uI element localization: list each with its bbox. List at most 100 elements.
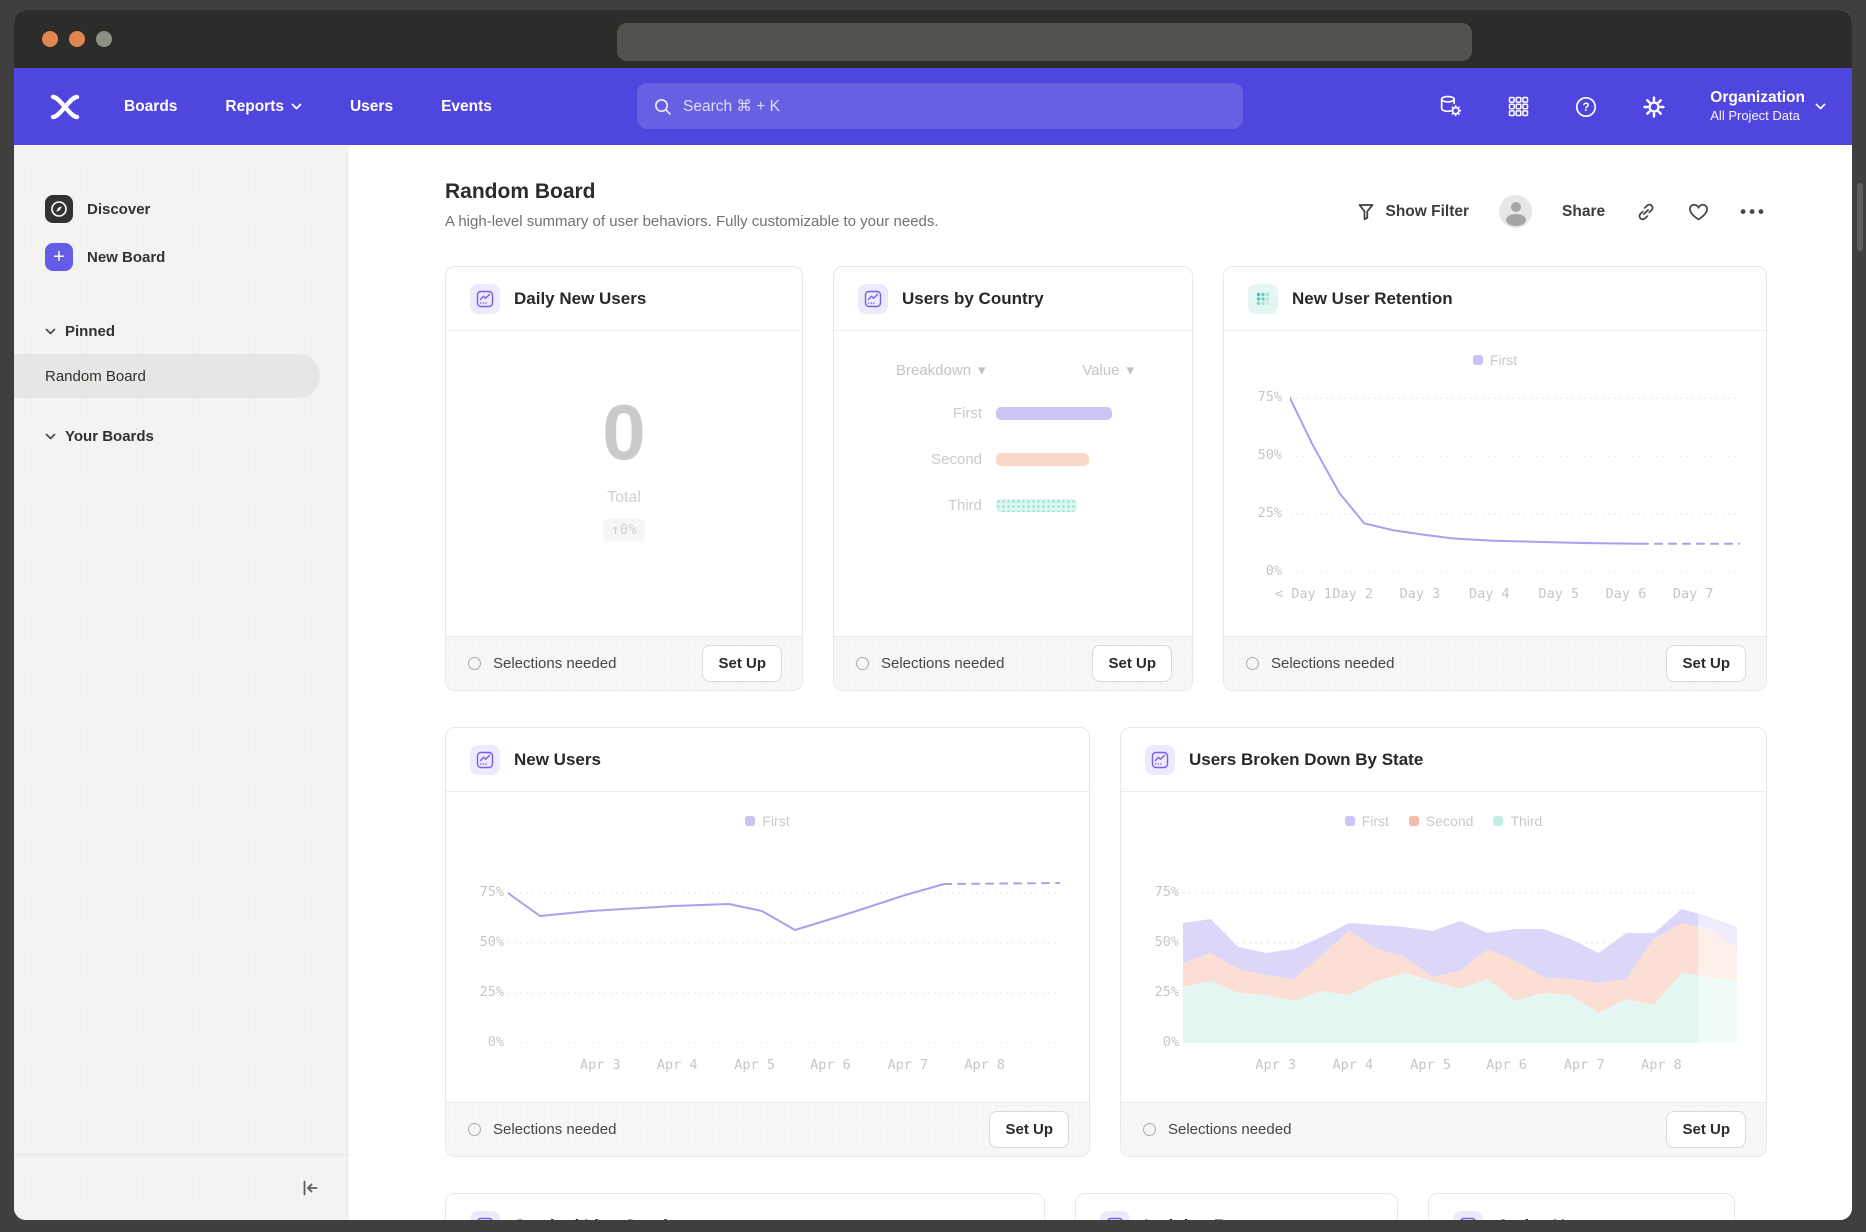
- settings-gear-icon[interactable]: [1642, 95, 1666, 119]
- favorite-heart-icon[interactable]: [1687, 200, 1710, 223]
- card-daily-new-users[interactable]: Daily New Users 0 Total ↑0% Selections n…: [445, 266, 803, 691]
- set-up-button[interactable]: Set Up: [989, 1111, 1069, 1148]
- sidebar-item-new-board[interactable]: + New Board: [14, 233, 349, 281]
- status-text: Selections needed: [1168, 1121, 1654, 1138]
- top-navbar: Boards Reports Users Events Search ⌘ + K: [14, 68, 1852, 145]
- legend-item: Second: [1409, 813, 1473, 829]
- sidebar-section-your-boards[interactable]: Your Boards: [14, 424, 349, 448]
- cards-row-1: Daily New Users 0 Total ↑0% Selections n…: [445, 266, 1767, 691]
- set-up-button[interactable]: Set Up: [1092, 645, 1172, 682]
- sidebar-item-random-board[interactable]: Random Board: [14, 354, 320, 398]
- page-scrollbar-thumb[interactable]: [1857, 183, 1863, 251]
- set-up-button[interactable]: Set Up: [1666, 645, 1746, 682]
- browser-titlebar: [14, 10, 1852, 68]
- collapse-sidebar-icon[interactable]: [299, 1177, 321, 1199]
- share-label: Share: [1562, 203, 1605, 221]
- set-up-button[interactable]: Set Up: [702, 645, 782, 682]
- board-main: Random Board A high-level summary of use…: [349, 145, 1852, 1220]
- y-axis-labels: 75%50%25%0%: [1234, 382, 1282, 572]
- board-actions: Show Filter Share •••: [1356, 195, 1768, 228]
- card-body: First 75%50%25%0% Apr 3Apr 4Apr 5Apr 6Ap…: [446, 792, 1089, 1102]
- chevron-down-icon: [45, 328, 56, 335]
- retention-chart: 75%50%25%0% < Day 1Day 2Day 3Day 4Day 5D…: [1290, 382, 1738, 604]
- apps-grid-icon[interactable]: [1507, 95, 1530, 118]
- card-insights-report[interactable]: Insights Report: [1075, 1193, 1398, 1220]
- card-users-by-state[interactable]: Users Broken Down By State FirstSecondTh…: [1120, 727, 1767, 1157]
- card-users-by-country[interactable]: Users by Country Breakdown▾ Value▾ First…: [833, 266, 1193, 691]
- nav-item-users[interactable]: Users: [350, 98, 393, 116]
- new-users-line-chart: [508, 843, 1060, 1043]
- nav-item-boards[interactable]: Boards: [124, 98, 177, 116]
- card-stacked-line-graph[interactable]: Stacked Line Graph: [445, 1193, 1045, 1220]
- card-header: Active Users: [1429, 1194, 1734, 1220]
- avatar[interactable]: [1499, 195, 1532, 228]
- x-axis-labels: Apr 3Apr 4Apr 5Apr 6Apr 7Apr 8: [1183, 1057, 1738, 1075]
- chevron-down-icon: [45, 433, 56, 440]
- nav-item-users-label: Users: [350, 98, 393, 116]
- chevron-down-icon: [291, 103, 302, 110]
- card-footer: Selections needed Set Up: [446, 636, 802, 690]
- minimize-window-button[interactable]: [69, 31, 85, 47]
- data-management-icon[interactable]: [1438, 94, 1463, 119]
- bar: [996, 407, 1112, 420]
- card-footer: Selections needed Set Up: [446, 1102, 1089, 1156]
- chart-legend: First: [446, 813, 1089, 829]
- status-circle-icon: [468, 1123, 481, 1136]
- bar-label: First: [834, 405, 982, 422]
- legend-item: Third: [1493, 813, 1542, 829]
- status-text: Selections needed: [493, 655, 690, 672]
- retention-grid-icon: [1248, 284, 1278, 314]
- address-bar[interactable]: [617, 23, 1472, 61]
- share-button[interactable]: Share: [1562, 203, 1605, 221]
- sidebar-footer: [14, 1154, 349, 1220]
- line-chart-icon: [470, 1211, 500, 1221]
- card-active-users[interactable]: Active Users: [1428, 1193, 1735, 1220]
- x-axis-labels: < Day 1Day 2Day 3Day 4Day 5Day 6Day 7: [1290, 586, 1738, 604]
- new-users-chart: 75%50%25%0% Apr 3Apr 4Apr 5Apr 6Apr 7Apr…: [508, 843, 1061, 1075]
- status-circle-icon: [856, 657, 869, 670]
- dropdown-caret-icon: ▾: [978, 361, 986, 379]
- country-bar-row: Second: [834, 451, 1192, 468]
- nav-menu: Boards Reports Users Events: [124, 98, 492, 116]
- more-options-icon[interactable]: •••: [1740, 202, 1767, 222]
- card-new-user-retention[interactable]: New User Retention First 75%50%25%0% < D…: [1223, 266, 1767, 691]
- breakdown-dropdown[interactable]: Breakdown▾: [896, 361, 986, 379]
- sidebar-section-pinned[interactable]: Pinned: [14, 319, 349, 343]
- copy-link-icon[interactable]: [1635, 201, 1657, 223]
- status-text: Selections needed: [1271, 655, 1654, 672]
- bar-label: Third: [834, 497, 982, 514]
- value-dropdown[interactable]: Value▾: [1082, 361, 1134, 379]
- card-header: Stacked Line Graph: [446, 1194, 1044, 1220]
- mixpanel-logo-icon[interactable]: [48, 94, 82, 120]
- line-chart-icon: [858, 284, 888, 314]
- metric-value: 0: [446, 393, 802, 471]
- chart-legend: First: [1224, 352, 1766, 368]
- nav-item-events[interactable]: Events: [441, 98, 492, 116]
- navbar-right-cluster: ? Organization All Project Data: [1438, 68, 1826, 145]
- dropdown-caret-icon: ▾: [1126, 361, 1134, 379]
- line-chart-icon: [470, 745, 500, 775]
- traffic-lights: [42, 31, 112, 47]
- retention-line-chart: [1290, 382, 1740, 572]
- sidebar: Discover + New Board Pinned Random Board…: [14, 145, 349, 1220]
- card-body: 0 Total ↑0%: [446, 331, 802, 636]
- card-title: Daily New Users: [514, 289, 646, 309]
- stacked-area-chart: [1183, 843, 1737, 1043]
- status-circle-icon: [1246, 657, 1259, 670]
- close-window-button[interactable]: [42, 31, 58, 47]
- country-bar-row: First: [834, 405, 1192, 422]
- set-up-button[interactable]: Set Up: [1666, 1111, 1746, 1148]
- org-name: Organization: [1710, 88, 1805, 107]
- zoom-window-button[interactable]: [96, 31, 112, 47]
- nav-item-reports[interactable]: Reports: [225, 98, 302, 116]
- filter-funnel-icon: [1356, 202, 1376, 222]
- org-project-switcher[interactable]: Organization All Project Data: [1710, 88, 1826, 124]
- show-filter-button[interactable]: Show Filter: [1356, 202, 1470, 222]
- sidebar-item-discover[interactable]: Discover: [14, 185, 349, 233]
- bar: [996, 499, 1077, 512]
- sidebar-section-your-boards-label: Your Boards: [65, 428, 154, 445]
- card-new-users[interactable]: New Users First 75%50%25%0% Apr 3Apr 4Ap…: [445, 727, 1090, 1157]
- search-input[interactable]: Search ⌘ + K: [637, 83, 1243, 129]
- compass-icon: [45, 195, 73, 223]
- help-icon[interactable]: ?: [1574, 95, 1598, 119]
